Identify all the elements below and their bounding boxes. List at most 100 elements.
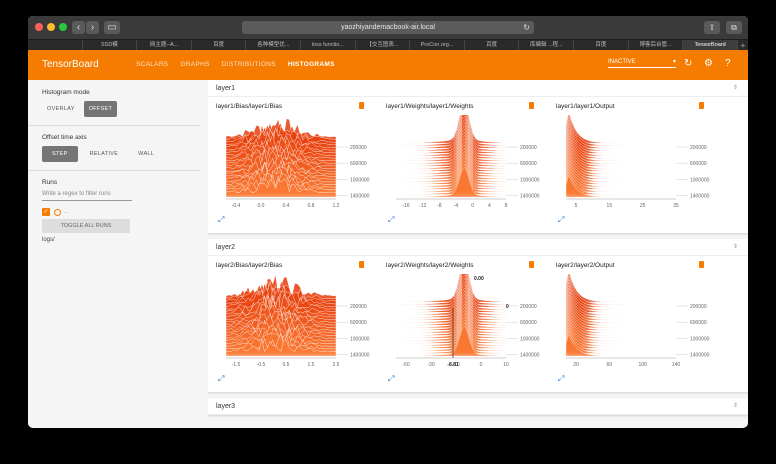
maximize-window-button[interactable]	[59, 23, 67, 31]
histogram-slice	[565, 274, 677, 305]
browser-tab[interactable]: TensorBoard	[683, 40, 738, 50]
expand-icon[interactable]: ⇕	[733, 398, 738, 415]
fullscreen-icon[interactable]: ⤢	[558, 215, 564, 225]
forward-button[interactable]: ›	[86, 21, 99, 34]
address-bar[interactable]: yaozhiyandemacbook-air.local ↻	[242, 21, 534, 34]
browser-tab[interactable]: SSD模	[83, 40, 138, 50]
browser-tab[interactable]	[28, 40, 83, 50]
browser-tab[interactable]: 库编辑 ...程...	[519, 40, 575, 50]
histogram-mode-title: Histogram mode	[42, 89, 90, 96]
histogram-chart[interactable]: 200000 600000 1000000 1400000 20 60 100 140	[548, 274, 718, 374]
run-color-badge	[699, 261, 704, 268]
fullscreen-icon[interactable]: ⤢	[218, 215, 224, 225]
new-tab-icon[interactable]: +	[738, 40, 748, 50]
card-header[interactable]: layer3 ⇕	[208, 398, 748, 415]
x-tick-label: -50	[402, 362, 409, 368]
reload-icon[interactable]: ↻	[523, 21, 530, 34]
settings-gear-icon[interactable]: ⚙	[704, 58, 713, 69]
card-header[interactable]: layer1 ⇕	[208, 80, 748, 97]
runs-title: Runs	[42, 179, 58, 186]
refresh-icon[interactable]: ↻	[684, 58, 692, 69]
browser-tab[interactable]: ProCon.org...	[410, 40, 465, 50]
browser-tab[interactable]: 百度	[574, 40, 629, 50]
histogram-plot: layer1/layer1/Output 200000 600000 1000000 1…	[548, 97, 718, 233]
nav-graphs[interactable]: GRAPHS	[174, 50, 215, 82]
y-tick-label: 1000000	[350, 177, 370, 183]
axis-relative-button[interactable]: RELATIVE	[82, 146, 127, 162]
run-item[interactable]: ✓ .	[42, 208, 186, 216]
browser-tab[interactable]: 百度	[192, 40, 247, 50]
run-color-badge	[359, 261, 364, 268]
close-window-button[interactable]	[35, 23, 43, 31]
fullscreen-icon[interactable]: ⤢	[388, 374, 394, 384]
histogram-slice	[565, 115, 677, 146]
x-tick-label: 25	[640, 203, 646, 209]
y-tick-label: 200000	[520, 304, 537, 310]
histogram-chart[interactable]: 200000 600000 1000000 1400000 -0.4 0.0 0.4 0.8 1…	[208, 115, 378, 215]
browser-tab[interactable]: loss functio...	[301, 40, 356, 50]
x-tick-label: -8	[437, 203, 442, 209]
browser-tab[interactable]: 博客后台管...	[629, 40, 684, 50]
y-tick-label: 1000000	[350, 336, 370, 342]
plugin-select[interactable]: INACTIVE ▾	[608, 59, 676, 68]
nav-scalars[interactable]: SCALARS	[130, 50, 174, 82]
nav-histograms[interactable]: HISTOGRAMS	[281, 50, 341, 82]
y-tick-label: 1000000	[690, 336, 710, 342]
mode-offset-button[interactable]: OFFSET	[83, 101, 118, 117]
x-tick-label: 5	[575, 203, 578, 209]
x-tick-label: 15	[607, 203, 613, 209]
histogram-slice	[396, 115, 507, 144]
run-regex-input[interactable]: Write a regex to filter runs	[42, 191, 132, 201]
histogram-chart[interactable]: 200000 600000 1000000 1400000 -16 -12 -8 -4 0 4 8	[378, 115, 548, 215]
mode-overlay-button[interactable]: OVERLAY	[42, 101, 80, 117]
fullscreen-icon[interactable]: ⤢	[388, 215, 394, 225]
expand-icon[interactable]: ⇕	[733, 239, 738, 256]
histogram-chart[interactable]: 20000060000010000001400000-50 -30 -10 0 100.…	[378, 274, 548, 374]
card-header[interactable]: layer2 ⇕	[208, 239, 748, 256]
x-tick-label: 35	[673, 203, 679, 209]
chevron-down-icon: ▾	[672, 59, 676, 65]
axis-step-button[interactable]: STEP	[42, 146, 78, 162]
sidebar-toggle-icon[interactable]: ▭	[104, 21, 120, 34]
toggle-all-runs-button[interactable]: TOGGLE ALL RUNS	[42, 219, 130, 233]
sidebar: Histogram mode OVERLAY OFFSET Offset tim…	[28, 80, 200, 428]
histogram-panel: layer1 ⇕ layer1/Bias/layer1/Bias 200000 6000…	[208, 80, 748, 428]
y-tick-label: 1000000	[520, 177, 540, 183]
x-tick-label: 0.0	[258, 203, 265, 209]
histogram-slice	[565, 276, 677, 308]
card-title: layer3	[216, 403, 236, 410]
run-color-badge	[529, 261, 534, 268]
histogram-card-layer2: layer2 ⇕ layer2/Bias/layer2/Bias 200000 6000…	[208, 239, 748, 392]
nav-distributions[interactable]: DISTRIBUTIONS	[216, 50, 282, 82]
back-button[interactable]: ‹	[72, 21, 85, 34]
expand-icon[interactable]: ⇕	[733, 80, 738, 97]
fullscreen-icon[interactable]: ⤢	[218, 374, 224, 384]
fullscreen-icon[interactable]: ⤢	[558, 374, 564, 384]
histogram-chart[interactable]: 200000 600000 1000000 1400000 -1.5 -0.5 0.5 1.5…	[208, 274, 378, 374]
x-tick-label: 0	[480, 362, 483, 368]
y-tick-label: 200000	[350, 304, 367, 310]
browser-tab[interactable]: 网主题--A...	[137, 40, 192, 50]
checkbox-checked-icon[interactable]: ✓	[42, 208, 50, 216]
plot-title: layer1/Weights/layer1/Weights	[386, 103, 474, 110]
x-tick-label: 1.5	[308, 362, 315, 368]
axis-wall-button[interactable]: WALL	[130, 146, 162, 162]
x-tick-label: 60	[607, 362, 613, 368]
histogram-chart[interactable]: 200000 600000 1000000 1400000 5 15 25 35	[548, 115, 718, 215]
y-tick-label: 600000	[690, 320, 707, 326]
histogram-slice	[396, 274, 507, 303]
x-tick-label: -0.4	[232, 203, 241, 209]
y-tick-label: 1400000	[350, 353, 370, 359]
browser-tab[interactable]: 【交互图表...	[356, 40, 411, 50]
x-tick-label: -30	[427, 362, 434, 368]
card-title: layer1	[216, 85, 236, 92]
share-icon[interactable]: ⇪	[704, 21, 720, 34]
browser-tab[interactable]: 各种模型优...	[246, 40, 302, 50]
tabs-overview-icon[interactable]: ⧉	[726, 21, 742, 34]
browser-tab[interactable]: 百度	[465, 40, 520, 50]
minimize-window-button[interactable]	[47, 23, 55, 31]
plugin-select-value: INACTIVE	[608, 59, 636, 65]
histogram-slice	[565, 117, 677, 149]
x-tick-label: 20	[573, 362, 579, 368]
help-icon[interactable]: ?	[725, 58, 731, 69]
